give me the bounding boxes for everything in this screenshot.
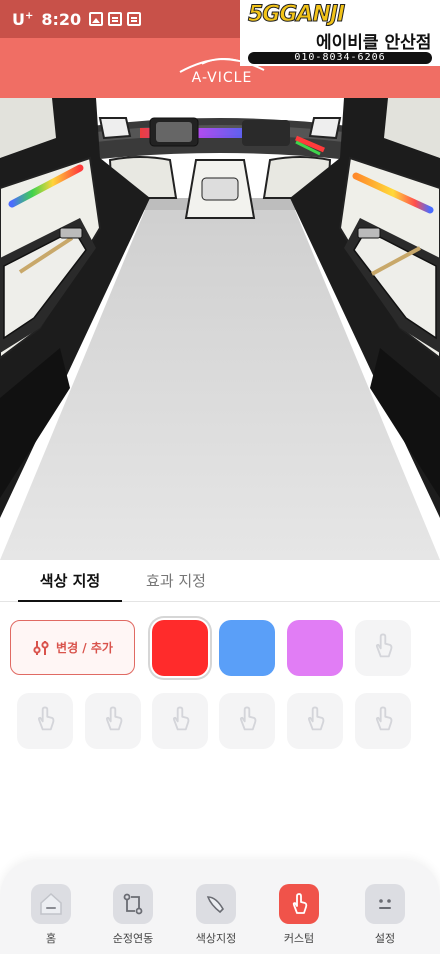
hand-tap-icon xyxy=(98,704,128,738)
app-header: U+ 8:20 A-VICLE 5GGANJI 에이비클 안산점 010-803… xyxy=(0,0,440,98)
carrier-label: U+ xyxy=(12,9,34,29)
sticker-phone: 010-8034-6206 xyxy=(248,52,432,64)
empty-color-slot[interactable] xyxy=(17,693,73,749)
gallery-icon xyxy=(89,12,104,26)
hand-tap-icon xyxy=(165,704,195,738)
nav-oem-sync[interactable]: 순정연동 xyxy=(96,884,170,948)
nav-custom[interactable]: 커스텀 xyxy=(262,884,336,948)
sliders-icon xyxy=(33,640,49,655)
empty-color-slot[interactable] xyxy=(287,693,343,749)
sync-icon xyxy=(113,884,153,924)
sticker-shop: 에이비클 안산점 xyxy=(316,33,432,53)
document-icon xyxy=(127,12,142,26)
edit-add-button[interactable]: 변경 / 추가 xyxy=(10,620,135,675)
document-icon xyxy=(108,12,123,26)
settings-face-icon xyxy=(365,884,405,924)
color-swatch-blue[interactable] xyxy=(219,620,275,676)
empty-color-slot[interactable] xyxy=(85,693,141,749)
tab-color-assign[interactable]: 색상 지정 xyxy=(18,570,122,602)
nav-settings[interactable]: 설정 xyxy=(348,884,422,948)
empty-color-slot[interactable] xyxy=(152,693,208,749)
status-time: 8:20 xyxy=(41,9,82,29)
color-swatch-purple[interactable] xyxy=(287,620,343,676)
nav-color-assign-label: 색상지정 xyxy=(195,932,237,945)
hand-tap-icon xyxy=(232,704,262,738)
edit-add-label: 변경 / 추가 xyxy=(56,641,113,655)
hand-tap-icon xyxy=(300,704,330,738)
nav-home-label: 홈 xyxy=(45,932,57,945)
nav-home[interactable]: 홈 xyxy=(14,884,88,948)
nav-oem-sync-label: 순정연동 xyxy=(112,932,154,945)
mode-tabs: 색상 지정 효과 지정 xyxy=(0,562,440,602)
bottom-nav: 홈 순정연동 색상지정 커스텀 설정 xyxy=(0,860,440,954)
tab-effect-assign[interactable]: 효과 지정 xyxy=(126,570,226,602)
color-swatch-red[interactable] xyxy=(152,620,208,676)
status-bar: U+ 8:20 xyxy=(0,0,240,38)
empty-color-slot[interactable] xyxy=(355,693,411,749)
hand-tap-icon xyxy=(368,704,398,738)
sticker-brand: 5GGANJI xyxy=(247,2,345,28)
hand-tap-icon xyxy=(279,884,319,924)
empty-color-slot[interactable] xyxy=(355,620,411,676)
dealer-sticker: 5GGANJI 에이비클 안산점 010-8034-6206 xyxy=(240,0,440,66)
car-interior-illustration xyxy=(0,98,440,560)
hand-tap-icon xyxy=(30,704,60,738)
home-icon xyxy=(31,884,71,924)
empty-color-slot[interactable] xyxy=(219,693,275,749)
logo-text: A-VICLE xyxy=(191,70,253,86)
nav-color-assign[interactable]: 색상지정 xyxy=(179,884,253,948)
brush-icon xyxy=(196,884,236,924)
nav-settings-label: 설정 xyxy=(374,932,396,945)
hand-tap-icon xyxy=(368,631,398,665)
nav-custom-label: 커스텀 xyxy=(283,932,315,945)
